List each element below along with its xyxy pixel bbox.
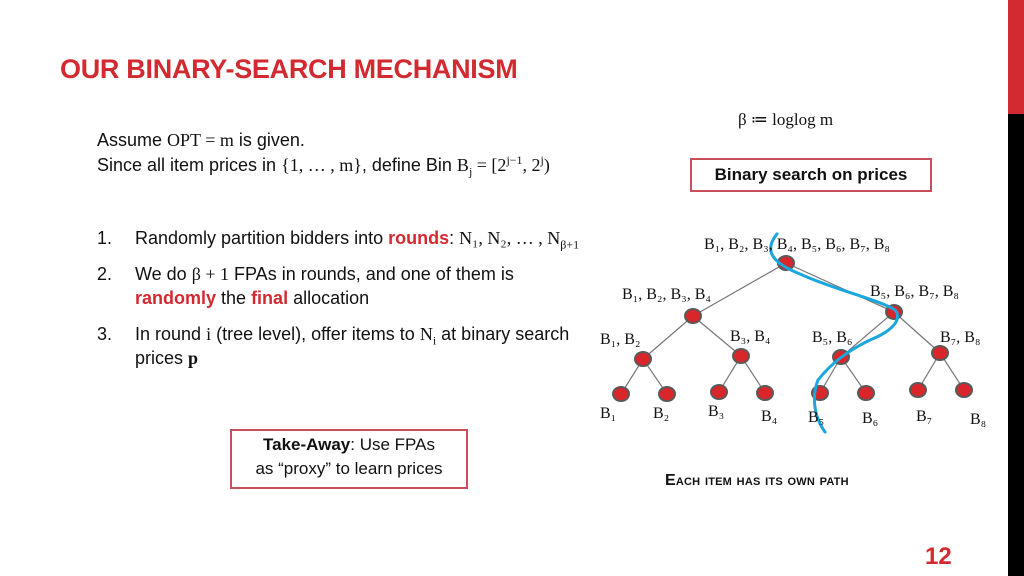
tree-node-l2-b7b8 (931, 345, 949, 361)
tree-edge (893, 311, 941, 354)
tree-node-label: B₁, B₂, B₃, B₄, B₅, B₆, B₇, B₈ (704, 236, 890, 253)
tree-node-label: B₈ (970, 411, 986, 428)
tree-node-label: B₆ (862, 410, 878, 427)
tree-node-label: B₁ (600, 405, 616, 422)
tree-node-label: B₅, B₆, B₇, B₈ (870, 283, 959, 300)
tree-node-label: B₄ (761, 408, 778, 425)
tree-node-leaf-b6 (857, 385, 875, 401)
tree-node-leaf-b8 (955, 382, 973, 398)
tree-node-leaf-b4 (756, 385, 774, 401)
tree-node-label: B₅ (808, 409, 824, 426)
tree-node-label: B₇ (916, 408, 932, 425)
page-number: 12 (925, 543, 952, 570)
tree-node-leaf-b2 (658, 386, 676, 402)
tree-node-l2-b3b4 (732, 348, 750, 364)
tree-node-l2-b1b2 (634, 351, 652, 367)
tree-edge (642, 315, 694, 360)
tree-node-label: B₃, B₄ (730, 328, 771, 345)
tree-node-leaf-b1 (612, 386, 630, 402)
tree-nodes (612, 255, 973, 402)
caption: Each item has its own path (665, 472, 849, 489)
tree-node-leaf-b7 (909, 382, 927, 398)
tree-node-label: B₇, B₈ (940, 329, 981, 346)
tree-node-label: B₅, B₆ (812, 329, 853, 346)
binary-tree-diagram: B₁, B₂, B₃, B₄, B₅, B₆, B₇, B₈ B₁, B₂, B₃… (600, 232, 986, 434)
tree-node-label: B₁, B₂, B₃, B₄ (622, 286, 711, 303)
tree-node-leaf-b3 (710, 384, 728, 400)
tree-node-l1-left (684, 308, 702, 324)
tree-node-label: B₃ (708, 403, 724, 420)
tree-node-label: B₁, B₂ (600, 331, 641, 348)
tree-node-label: B₂ (653, 405, 669, 422)
